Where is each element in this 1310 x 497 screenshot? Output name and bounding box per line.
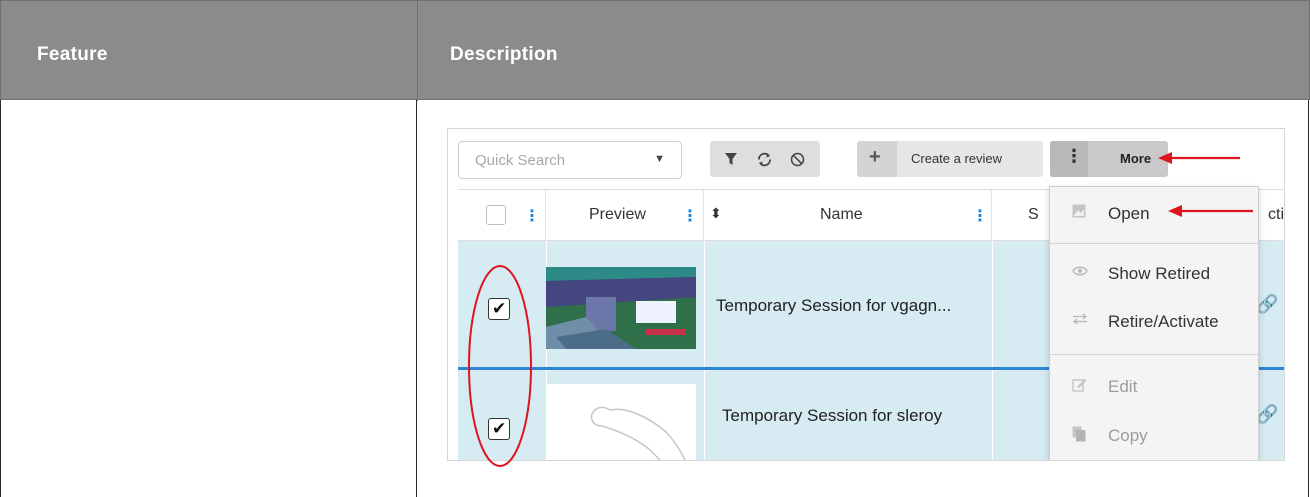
swap-arrows-icon [1072,312,1088,329]
checkmark-icon: ✔ [492,299,507,318]
create-review-label: Create a review [911,151,1003,166]
cell-divider [704,241,705,367]
create-review-button[interactable]: + Create a review [857,141,1043,177]
preview-header-label: Preview [589,206,646,223]
cell-divider [992,241,993,367]
sort-icon[interactable]: ⬍ [710,205,722,222]
more-label: More [1120,151,1152,166]
menu-item-retire-activate[interactable]: Retire/Activate [1050,302,1260,342]
menu-item-label: Edit [1108,377,1138,396]
eye-icon [1072,264,1088,281]
more-button[interactable]: ⋮ More [1050,141,1168,177]
header-description: Description [450,44,558,65]
more-dots-box: ⋮ [1050,141,1088,177]
menu-divider [1050,354,1260,355]
preview-thumbnail[interactable] [546,384,696,461]
table-border-left [0,100,1,497]
quick-search-input[interactable] [459,142,649,178]
header-feature: Feature [37,44,108,65]
column-menu-icon[interactable]: ⋮ [682,206,698,226]
embedded-screenshot: ▼ + Create a review ⋮ More ⋮ [447,128,1285,461]
image-icon [1072,204,1086,222]
name-column-header[interactable]: ⬍ Name ⋮ [704,190,992,242]
cell-divider [992,370,993,460]
table-border-right [1308,100,1309,497]
action-header-label: ctio [1268,206,1284,223]
status-header-label: S [1028,206,1039,223]
select-all-checkbox[interactable] [486,205,506,225]
header-divider [417,1,418,101]
plus-icon-box: + [857,141,897,177]
name-header-label: Name [820,206,863,223]
row-name[interactable]: Temporary Session for sleroy [722,406,942,426]
refresh-icon[interactable] [756,147,773,174]
chevron-down-icon[interactable]: ▼ [654,153,665,165]
menu-item-edit[interactable]: Edit [1050,367,1260,407]
clear-filter-icon[interactable] [790,147,805,173]
filter-icon[interactable] [724,147,738,172]
menu-item-label: Show Retired [1108,264,1211,283]
column-menu-icon[interactable]: ⋮ [524,206,540,226]
menu-item-show-retired[interactable]: Show Retired [1050,254,1260,294]
plus-icon: + [869,146,881,168]
filter-tool-group [710,141,820,177]
documentation-table: Feature Description ▼ + Create a review [0,0,1310,497]
table-header-row: Feature Description [0,0,1310,101]
menu-item-label: Copy [1108,426,1148,445]
row-checkbox[interactable]: ✔ [488,298,510,320]
menu-item-open[interactable]: Open [1050,194,1260,234]
row-checkbox[interactable]: ✔ [488,418,510,440]
vertical-dots-icon: ⋮ [1065,146,1083,166]
menu-item-copy[interactable]: Copy [1050,416,1260,456]
copy-icon [1072,426,1086,446]
quick-search-field[interactable]: ▼ [458,141,682,179]
menu-divider [1050,243,1260,244]
preview-column-header[interactable]: Preview ⋮ [546,190,704,242]
cell-divider [704,370,705,460]
checkmark-icon: ✔ [492,419,507,438]
menu-item-label: Retire/Activate [1108,312,1219,331]
table-border-middle [416,100,417,497]
more-dropdown-menu: Open Show Retired Retire/Activate Edit C… [1049,186,1260,460]
edit-icon [1072,377,1087,396]
column-menu-icon[interactable]: ⋮ [972,206,988,226]
row-name[interactable]: Temporary Session for vgagn... [716,296,951,316]
menu-item-label: Open [1108,204,1150,223]
preview-thumbnail[interactable] [546,267,696,349]
select-all-column: ⋮ [458,190,546,242]
